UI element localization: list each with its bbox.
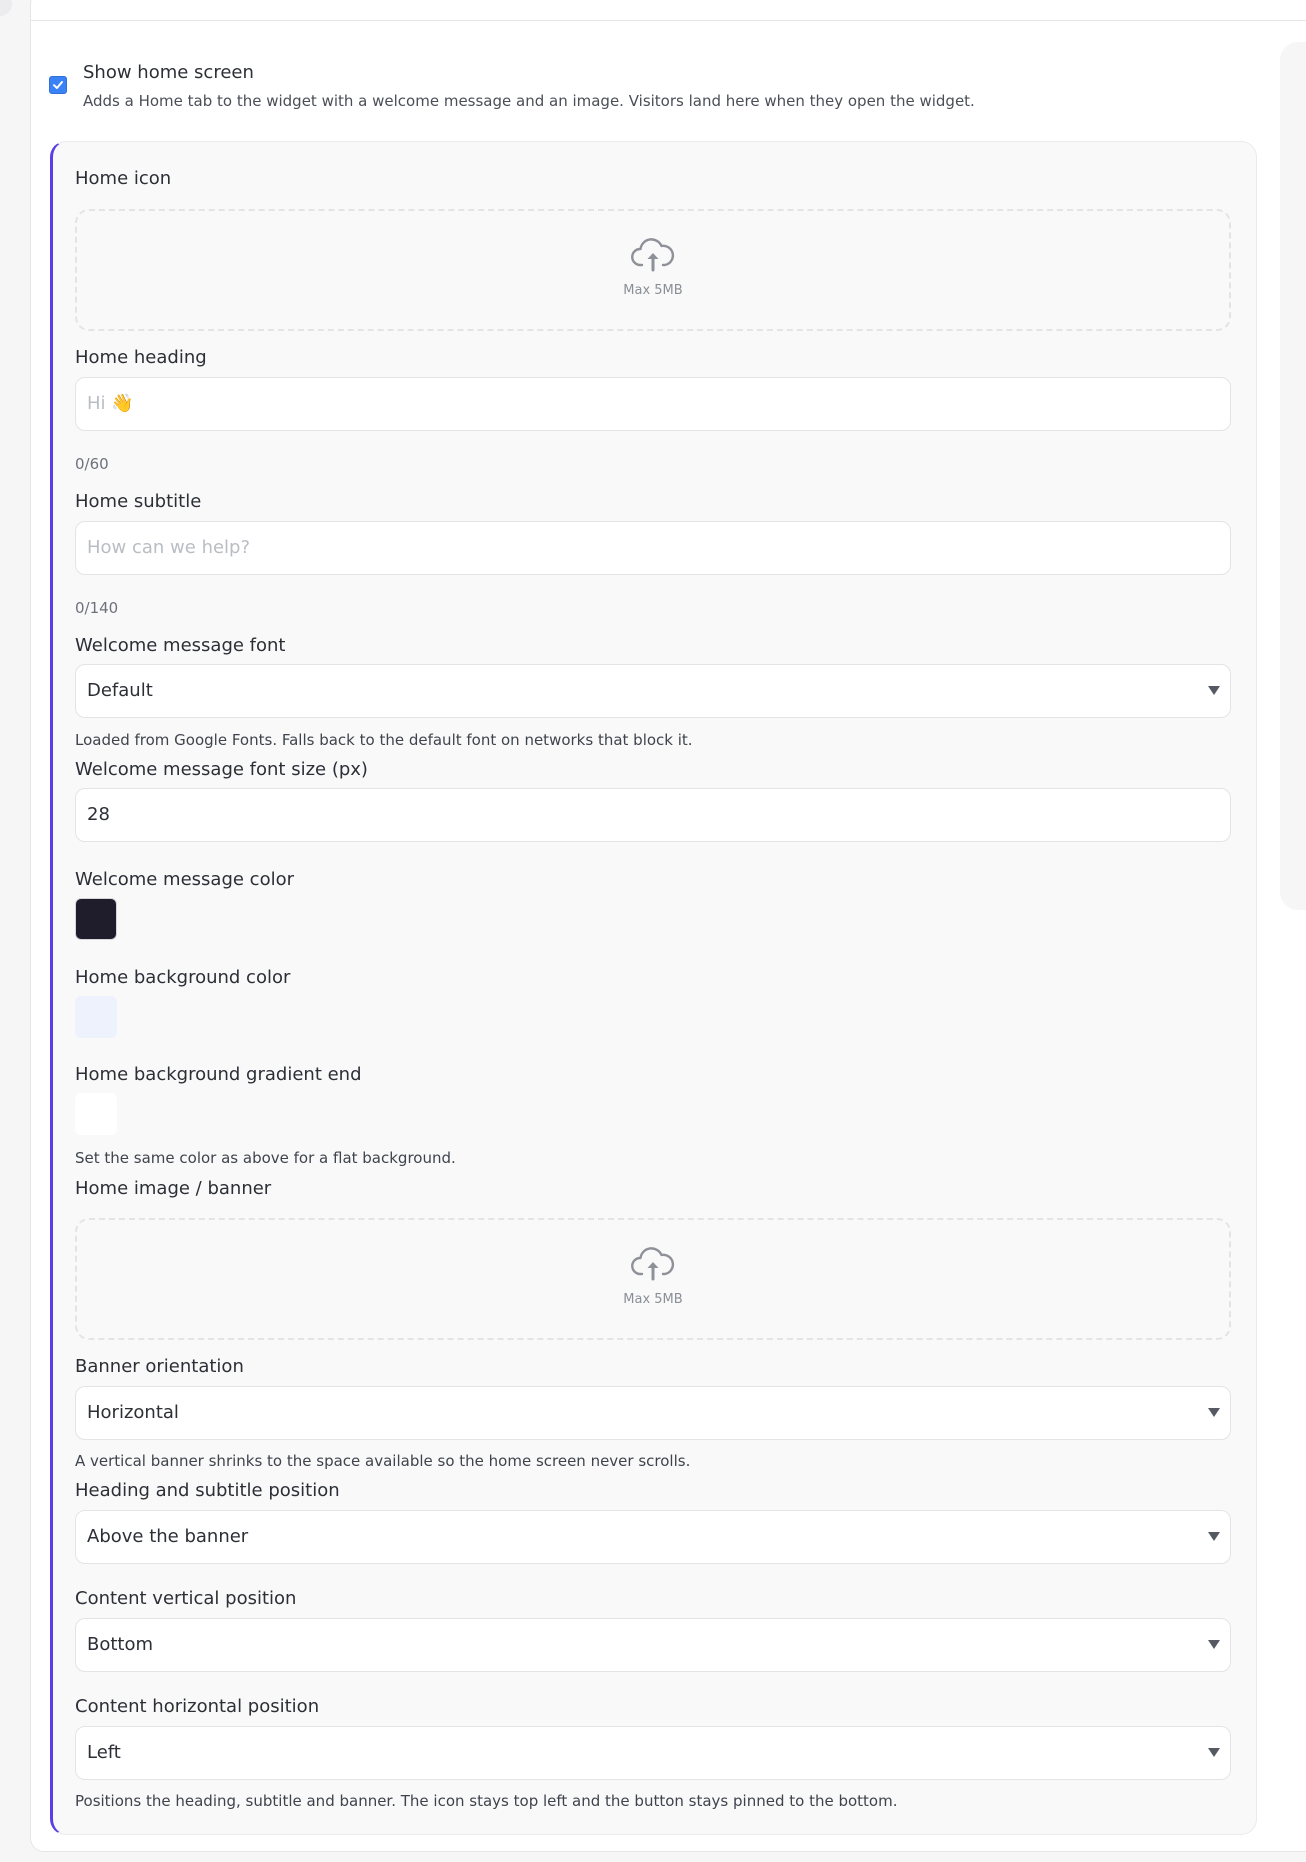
header-divider <box>30 20 1306 21</box>
banner-orientation-label: Banner orientation <box>75 1356 244 1377</box>
home-bg-gradient-end-help: Set the same color as above for a flat b… <box>75 1149 456 1167</box>
home-heading-input[interactable]: Hi 👋 <box>75 377 1231 431</box>
preview-panel <box>1280 42 1306 910</box>
home-image-upload-hint: Max 5MB <box>623 1292 683 1307</box>
content-vertical-label: Content vertical position <box>75 1588 297 1609</box>
home-subtitle-input[interactable]: How can we help? <box>75 521 1231 575</box>
home-bg-color-swatch[interactable] <box>75 996 117 1038</box>
heading-position-select[interactable]: Above the banner <box>75 1510 1231 1564</box>
content-horizontal-label: Content horizontal position <box>75 1696 320 1717</box>
sidebar-edge <box>0 0 12 16</box>
banner-orientation-help: A vertical banner shrinks to the space a… <box>75 1452 691 1470</box>
welcome-color-swatch[interactable] <box>75 898 117 940</box>
content-horizontal-select[interactable]: Left <box>75 1726 1231 1780</box>
home-subtitle-label: Home subtitle <box>75 491 202 512</box>
chevron-down-icon <box>1208 1640 1220 1649</box>
welcome-color-label: Welcome message color <box>75 869 294 890</box>
welcome-font-select[interactable]: Default <box>75 664 1231 718</box>
home-icon-label: Home icon <box>75 168 172 189</box>
welcome-font-size-input[interactable]: 28 <box>75 788 1231 842</box>
content-horizontal-help: Positions the heading, subtitle and bann… <box>75 1792 898 1810</box>
cloud-upload-icon <box>631 238 675 272</box>
show-home-screen-label: Show home screen <box>83 62 254 83</box>
content-horizontal-selected: Left <box>87 1742 121 1763</box>
home-icon-upload[interactable]: Max 5MB <box>75 209 1231 331</box>
checkmark-icon <box>53 81 63 89</box>
heading-position-selected: Above the banner <box>87 1526 249 1547</box>
home-subtitle-counter: 0/140 <box>75 599 119 617</box>
home-image-upload[interactable]: Max 5MB <box>75 1218 1231 1340</box>
content-vertical-select[interactable]: Bottom <box>75 1618 1231 1672</box>
cloud-upload-icon <box>631 1247 675 1281</box>
welcome-font-label: Welcome message font <box>75 635 286 656</box>
welcome-font-selected: Default <box>87 680 153 701</box>
home-image-label: Home image / banner <box>75 1178 272 1199</box>
chevron-down-icon <box>1208 686 1220 695</box>
home-heading-label: Home heading <box>75 347 207 368</box>
home-icon-upload-hint: Max 5MB <box>623 283 683 298</box>
heading-position-label: Heading and subtitle position <box>75 1480 340 1501</box>
banner-orientation-select[interactable]: Horizontal <box>75 1386 1231 1440</box>
home-bg-gradient-end-label: Home background gradient end <box>75 1064 362 1085</box>
banner-orientation-selected: Horizontal <box>87 1402 179 1423</box>
chevron-down-icon <box>1208 1408 1220 1417</box>
content-vertical-selected: Bottom <box>87 1634 154 1655</box>
welcome-font-size-label: Welcome message font size (px) <box>75 759 368 780</box>
home-bg-color-label: Home background color <box>75 967 291 988</box>
chevron-down-icon <box>1208 1748 1220 1757</box>
home-bg-gradient-end-swatch[interactable] <box>75 1093 117 1135</box>
home-heading-counter: 0/60 <box>75 455 109 473</box>
show-home-screen-checkbox[interactable] <box>49 76 67 94</box>
chevron-down-icon <box>1208 1532 1220 1541</box>
show-home-screen-description: Adds a Home tab to the widget with a wel… <box>83 92 975 110</box>
welcome-font-help: Loaded from Google Fonts. Falls back to … <box>75 731 693 749</box>
